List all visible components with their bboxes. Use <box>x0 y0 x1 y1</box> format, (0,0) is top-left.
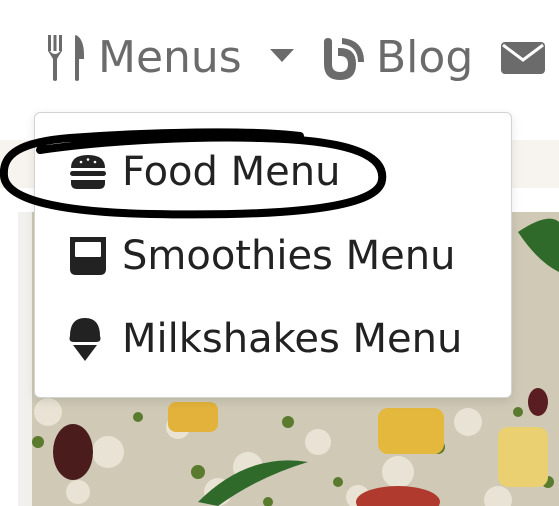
dropdown-item-milkshakes-menu[interactable]: Milkshakes Menu <box>68 309 462 369</box>
blogger-icon <box>318 34 366 82</box>
dropdown-item-label: Smoothies Menu <box>122 233 456 279</box>
nav-blog-label: Blog <box>376 32 474 83</box>
dropdown-item-food-menu[interactable]: Food Menu <box>68 142 340 202</box>
nav-menus-toggle[interactable]: Menus <box>46 28 294 88</box>
dropdown-item-label: Food Menu <box>122 149 341 195</box>
glass-icon <box>68 234 108 278</box>
utensils-icon <box>46 33 86 83</box>
ice-cream-icon <box>68 317 102 361</box>
envelope-icon <box>500 40 546 76</box>
nav-blog-link[interactable]: Blog <box>318 28 473 88</box>
caret-down-icon <box>269 48 294 62</box>
dropdown-item-smoothies-menu[interactable]: Smoothies Menu <box>68 226 455 286</box>
hamburger-icon <box>68 150 108 194</box>
dropdown-item-label: Milkshakes Menu <box>122 316 463 362</box>
nav-menus-label: Menus <box>98 32 242 83</box>
navbar: Menus Blog <box>0 0 559 112</box>
nav-mail-link[interactable] <box>500 28 546 88</box>
